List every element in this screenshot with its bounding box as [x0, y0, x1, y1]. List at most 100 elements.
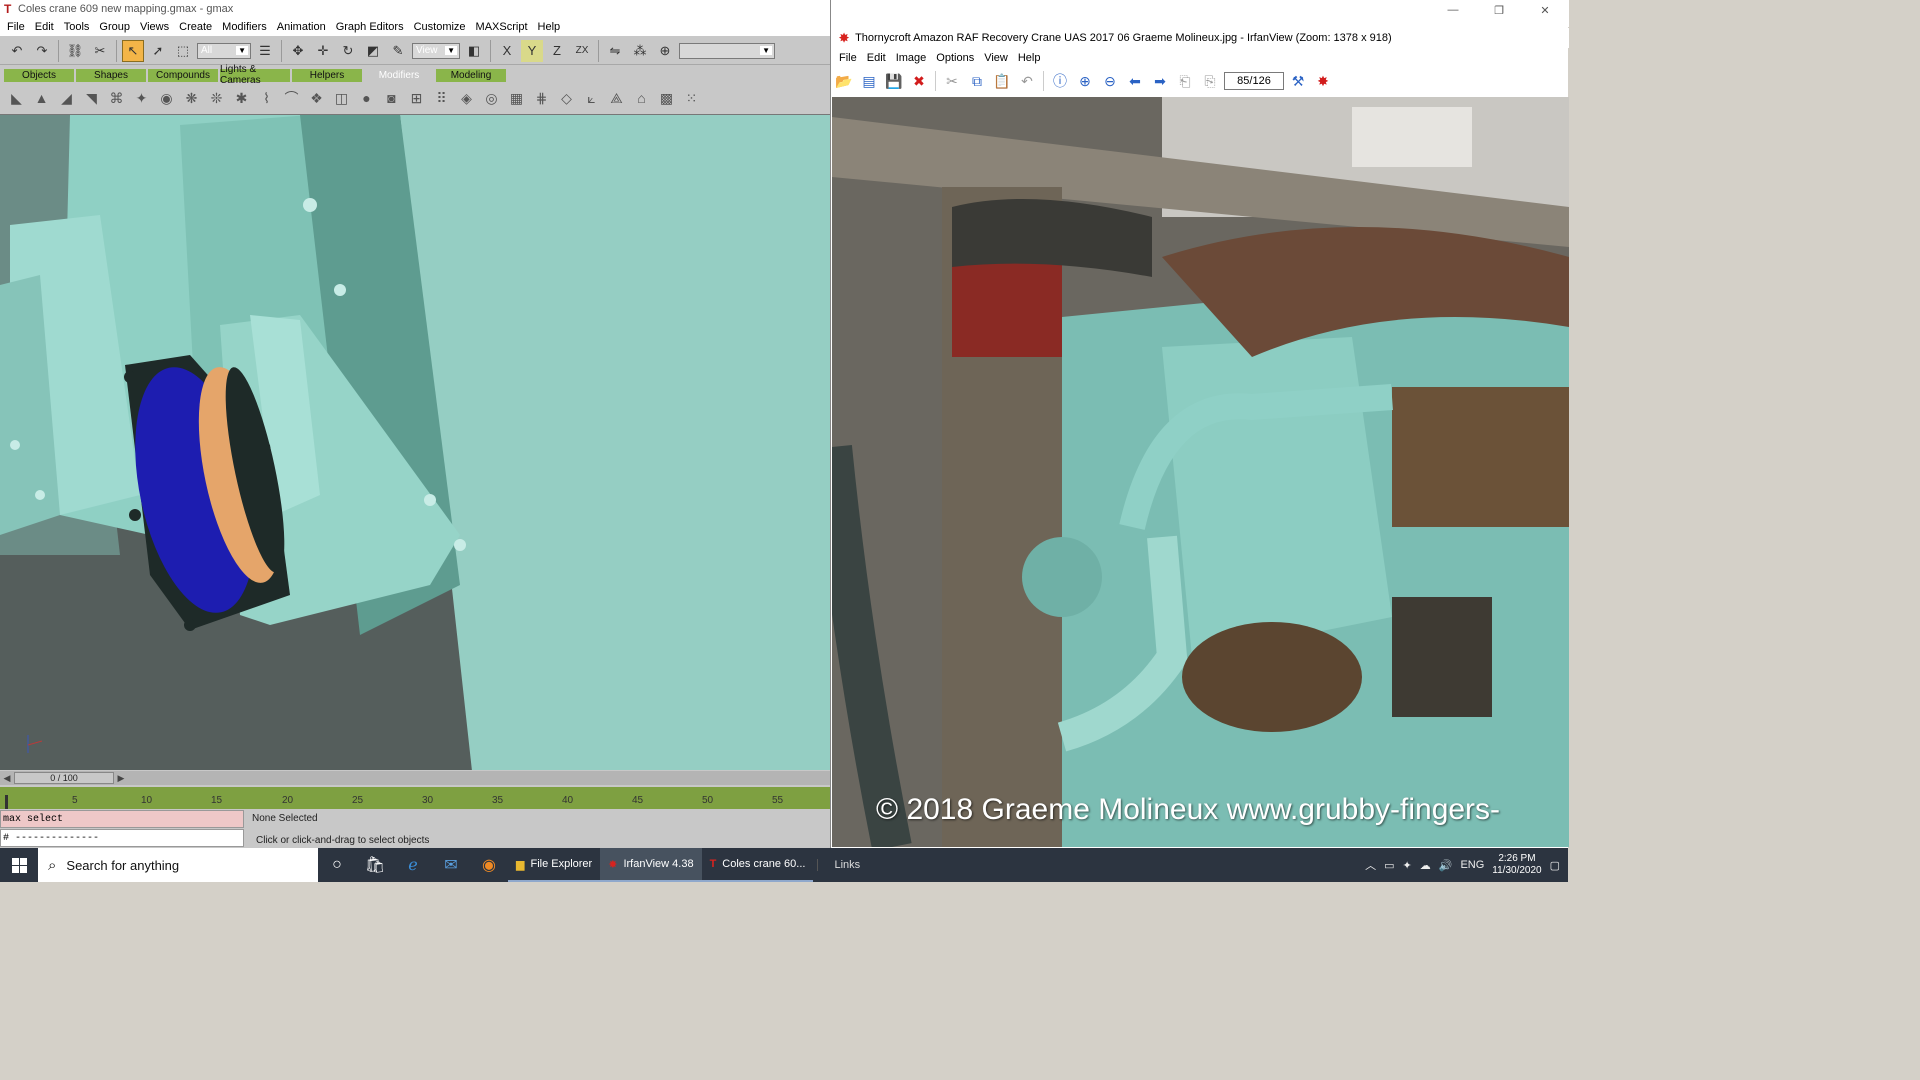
- menu-animation[interactable]: Animation: [272, 21, 331, 33]
- taskbar-app-gmax[interactable]: T Coles crane 60...: [701, 848, 814, 882]
- push-icon[interactable]: ❖: [306, 88, 327, 109]
- onedrive-icon[interactable]: ☁: [1420, 859, 1431, 872]
- cortana-icon[interactable]: ○: [318, 848, 356, 882]
- select-by-name-icon[interactable]: ➚: [147, 40, 169, 62]
- next-image-icon[interactable]: ➡: [1149, 70, 1171, 92]
- tab-modifiers[interactable]: Modifiers: [364, 68, 436, 82]
- menu-modifiers[interactable]: Modifiers: [217, 21, 272, 33]
- relax-icon[interactable]: ◫: [331, 88, 352, 109]
- mesh-select-icon[interactable]: ⠿: [431, 88, 452, 109]
- spherify-icon[interactable]: ◉: [156, 88, 177, 109]
- maxscript-listener-input[interactable]: max select: [0, 810, 244, 828]
- settings-icon[interactable]: ⚒: [1287, 70, 1309, 92]
- sphere-icon[interactable]: ●: [356, 88, 377, 109]
- tab-objects[interactable]: Objects: [4, 68, 76, 82]
- menu-edit[interactable]: Edit: [30, 21, 59, 33]
- squeeze-icon[interactable]: ⌒: [281, 88, 302, 109]
- copy-icon[interactable]: ⧉: [966, 70, 988, 92]
- unlink-icon[interactable]: ✂: [89, 40, 111, 62]
- twist-icon[interactable]: ◢: [56, 88, 77, 109]
- first-page-icon[interactable]: ⎗: [1174, 70, 1196, 92]
- select-list-icon[interactable]: ☰: [254, 40, 276, 62]
- page-counter[interactable]: 85/126: [1224, 72, 1284, 90]
- menu-group[interactable]: Group: [94, 21, 135, 33]
- ripple-icon[interactable]: ❋: [181, 88, 202, 109]
- unwrap-uvw-icon[interactable]: ⁙: [681, 88, 702, 109]
- box-icon[interactable]: ◈: [456, 88, 477, 109]
- tab-compounds[interactable]: Compounds: [148, 68, 220, 82]
- edge-icon[interactable]: ℯ: [394, 848, 432, 882]
- cylinder-icon[interactable]: ◙: [381, 88, 402, 109]
- menu-customize[interactable]: Customize: [409, 21, 471, 33]
- redo-icon[interactable]: ↷: [31, 40, 53, 62]
- pick-icon[interactable]: ✎: [387, 40, 409, 62]
- menu-views[interactable]: Views: [135, 21, 174, 33]
- prev-frame-icon[interactable]: ◀: [0, 771, 14, 785]
- exit-icon[interactable]: ✸: [1312, 70, 1334, 92]
- align-icon[interactable]: ⊕: [654, 40, 676, 62]
- links-toolbar[interactable]: Links: [817, 859, 868, 871]
- tab-modeling[interactable]: Modeling: [436, 68, 508, 82]
- link-icon[interactable]: ⛓: [64, 40, 86, 62]
- zoom-out-icon[interactable]: ⊖: [1099, 70, 1121, 92]
- menu-edit[interactable]: Edit: [862, 52, 891, 64]
- skew-icon[interactable]: ✱: [231, 88, 252, 109]
- ffd-icon[interactable]: ⌘: [106, 88, 127, 109]
- bend-icon[interactable]: ◣: [6, 88, 27, 109]
- track-bar[interactable]: 5 10 15 20 25 30 35 40 45 50 55: [0, 787, 830, 809]
- xform-icon[interactable]: ⊞: [406, 88, 427, 109]
- paste-icon[interactable]: 📋: [991, 70, 1013, 92]
- firefox-icon[interactable]: ◉: [470, 848, 508, 882]
- menu-create[interactable]: Create: [174, 21, 217, 33]
- store-icon[interactable]: 🛍: [356, 848, 394, 882]
- normal-icon[interactable]: ⟀: [581, 88, 602, 109]
- axis-x-icon[interactable]: X: [496, 40, 518, 62]
- dropbox-icon[interactable]: ✦: [1403, 859, 1412, 872]
- menu-image[interactable]: Image: [891, 52, 932, 64]
- select-move-icon[interactable]: ✛: [312, 40, 334, 62]
- time-slider[interactable]: ◀ 0 / 100 ▶: [0, 771, 830, 785]
- taper-icon[interactable]: ▲: [31, 88, 52, 109]
- menu-help[interactable]: Help: [1013, 52, 1046, 64]
- tab-shapes[interactable]: Shapes: [76, 68, 148, 82]
- select-object-icon[interactable]: ↖: [122, 39, 144, 62]
- device-icon[interactable]: ▭: [1384, 859, 1394, 872]
- last-page-icon[interactable]: ⎘: [1199, 70, 1221, 92]
- gmax-title-bar[interactable]: T Coles crane 609 new mapping.gmax - gma…: [0, 0, 830, 18]
- irfanview-title-bar[interactable]: ✸ Thornycroft Amazon RAF Recovery Crane …: [831, 28, 1569, 48]
- slideshow-icon[interactable]: ▤: [858, 70, 880, 92]
- ref-coord-dropdown[interactable]: View ▼: [412, 42, 460, 59]
- minimize-icon[interactable]: —: [1430, 0, 1476, 20]
- edit-poly-icon[interactable]: ◇: [556, 88, 577, 109]
- mail-icon[interactable]: ✉: [432, 848, 470, 882]
- mirror-icon[interactable]: ⇋: [604, 40, 626, 62]
- chevron-up-icon[interactable]: ︿: [1365, 857, 1376, 873]
- cut-icon[interactable]: ✂: [941, 70, 963, 92]
- lattice-icon[interactable]: ✦: [131, 88, 152, 109]
- save-icon[interactable]: 💾: [883, 70, 905, 92]
- info-icon[interactable]: ⓘ: [1049, 70, 1071, 92]
- array-icon[interactable]: ⁂: [629, 40, 651, 62]
- menu-tools[interactable]: Tools: [59, 21, 95, 33]
- menu-graph-editors[interactable]: Graph Editors: [331, 21, 409, 33]
- open-folder-icon[interactable]: 📂: [833, 70, 855, 92]
- volume-icon[interactable]: 🔊: [1439, 859, 1453, 872]
- scale-icon[interactable]: ◩: [362, 40, 384, 62]
- smooth-icon[interactable]: ▦: [506, 88, 527, 109]
- rotate-icon[interactable]: ↻: [337, 40, 359, 62]
- taskbar-app-file-explorer[interactable]: ▆ File Explorer: [508, 848, 601, 882]
- axis-z-icon[interactable]: Z: [546, 40, 568, 62]
- taskbar-clock[interactable]: 2:26 PM 11/30/2020: [1492, 853, 1541, 877]
- uvw-map-icon[interactable]: ◎: [481, 88, 502, 109]
- pivot-icon[interactable]: ◧: [463, 40, 485, 62]
- wave-icon[interactable]: ❊: [206, 88, 227, 109]
- delete-icon[interactable]: ✖: [908, 70, 930, 92]
- axis-zx-icon[interactable]: ZX: [571, 40, 593, 62]
- restore-icon[interactable]: ❐: [1476, 0, 1522, 20]
- start-button[interactable]: [0, 848, 38, 882]
- menu-help[interactable]: Help: [533, 21, 566, 33]
- menu-file[interactable]: File: [834, 52, 862, 64]
- time-slider-thumb[interactable]: 0 / 100: [14, 772, 114, 784]
- perspective-viewport[interactable]: [0, 114, 830, 770]
- undo-icon[interactable]: ↶: [1016, 70, 1038, 92]
